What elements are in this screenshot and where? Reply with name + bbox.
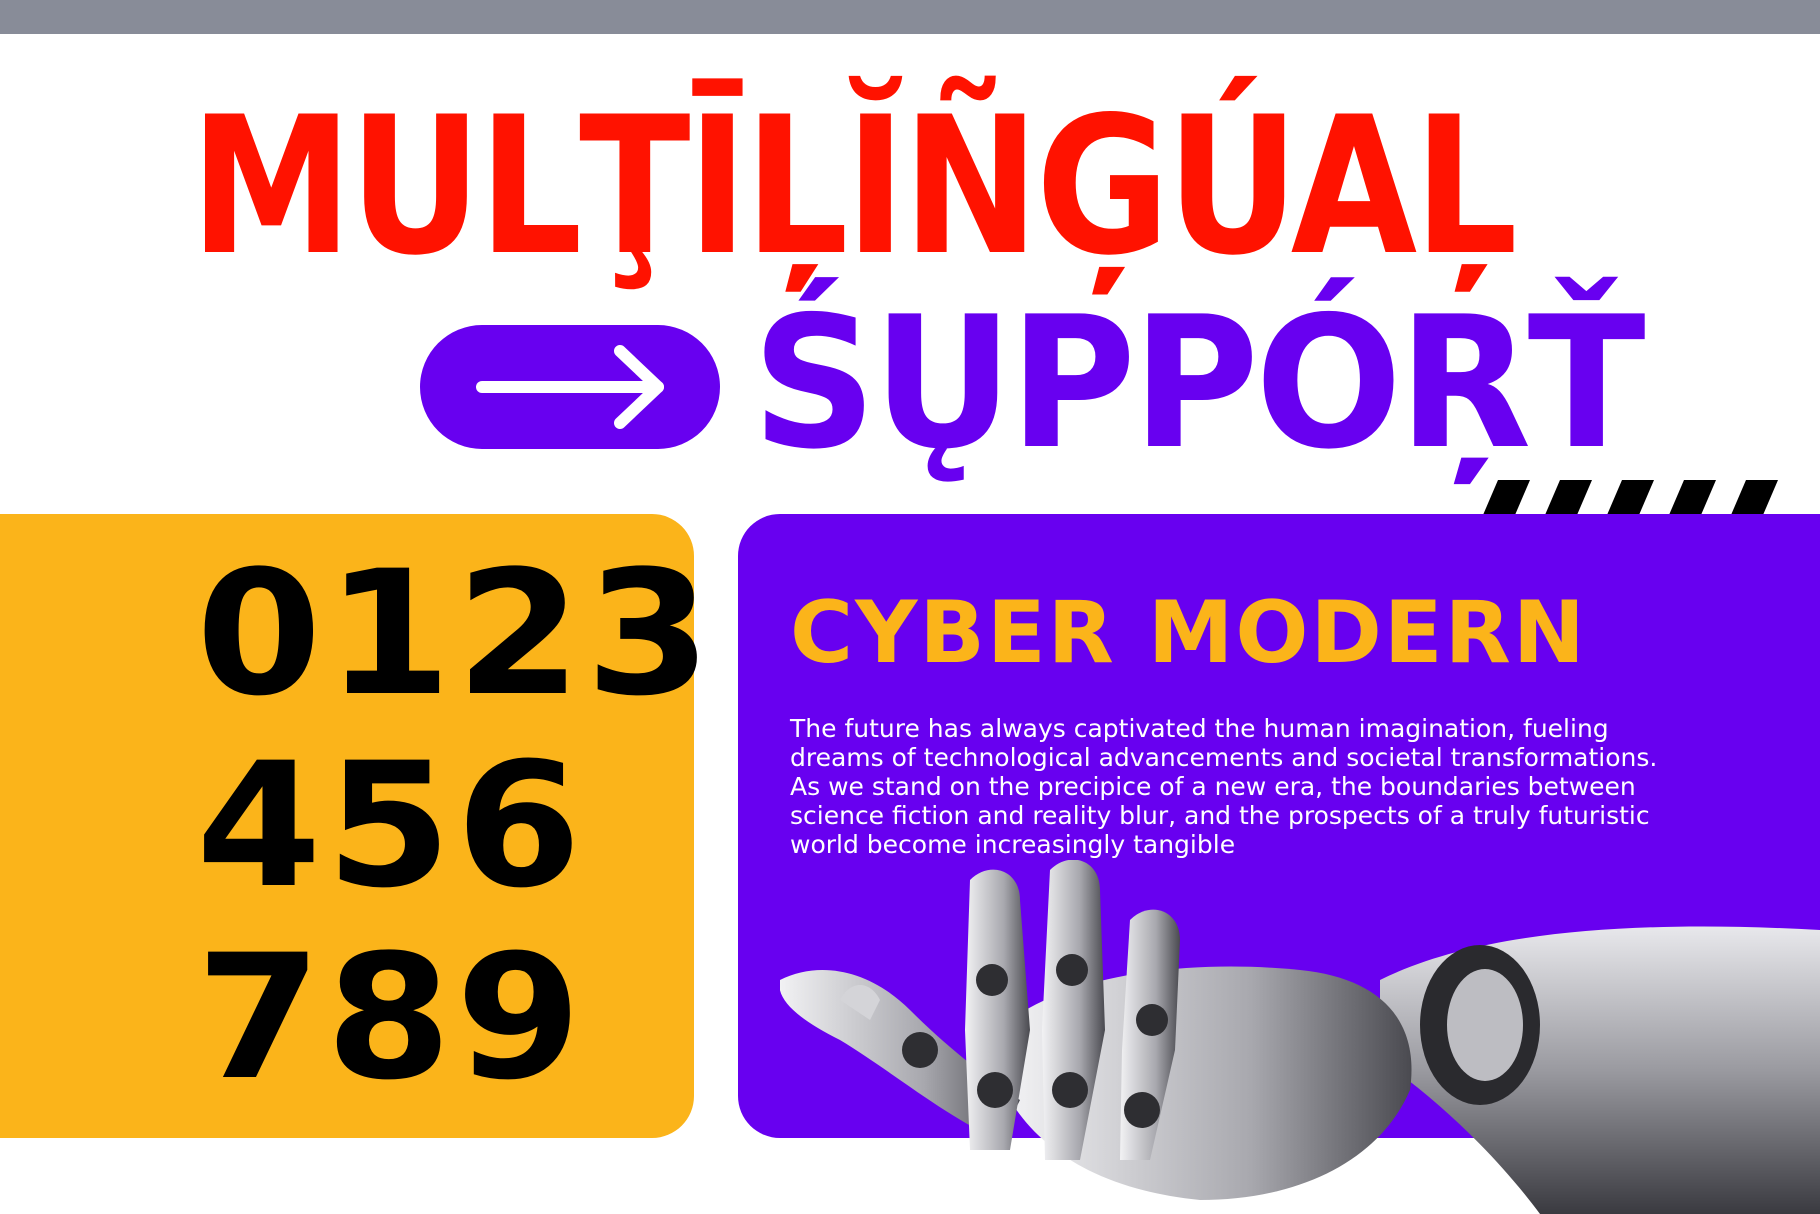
headline-multilingual: MULŢĪĻĬÑĢÚAĻ	[190, 76, 1518, 297]
digit-row: 789	[196, 917, 586, 1118]
arrow-pill	[420, 325, 720, 449]
right-arrow-icon	[476, 345, 664, 429]
info-title: CYBER MODERN	[790, 583, 1587, 683]
headline-support: ŚŲPPÓŖŤ	[752, 277, 1646, 489]
info-body-text: The future has always captivated the hum…	[790, 714, 1658, 859]
top-bar	[0, 0, 1820, 34]
robot-hand-image	[780, 860, 1820, 1214]
digit-row: 0123	[196, 533, 716, 734]
digit-row: 456	[196, 725, 586, 926]
